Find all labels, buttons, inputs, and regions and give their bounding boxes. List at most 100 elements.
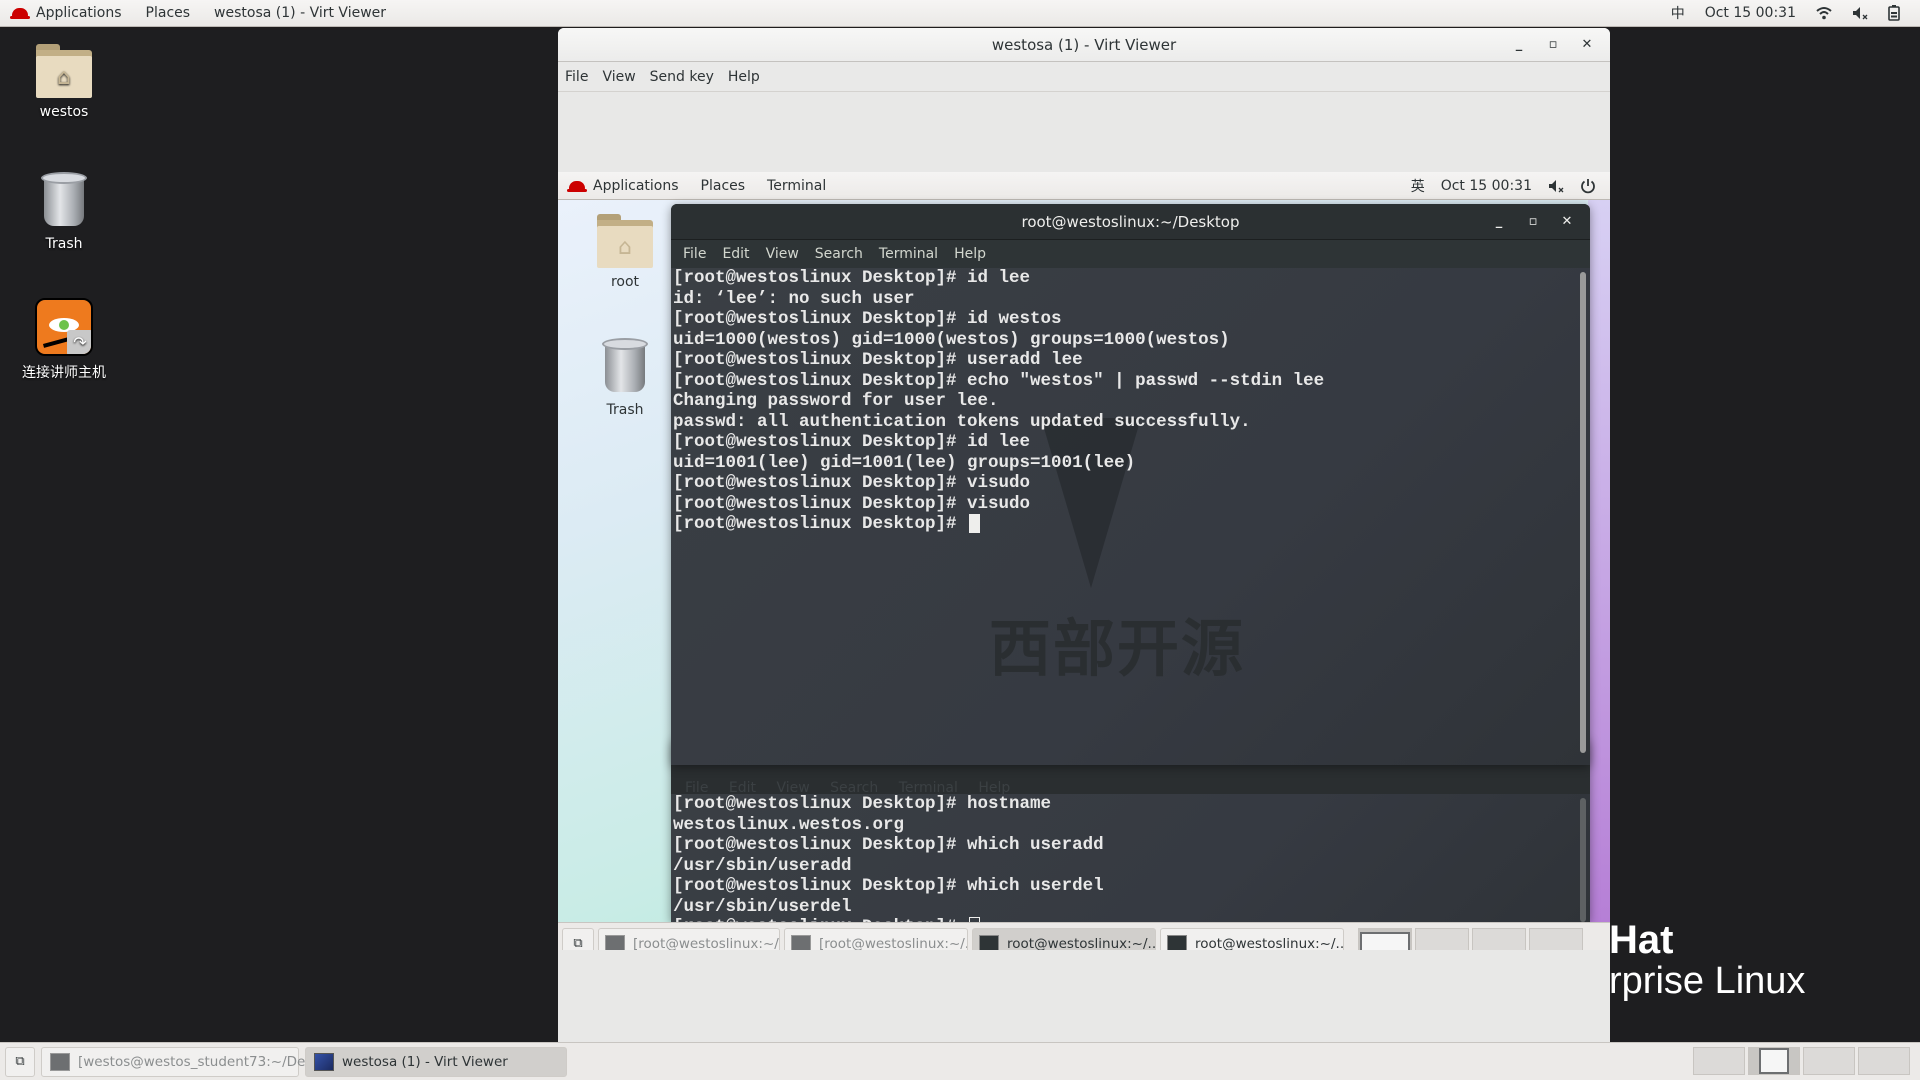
terminal-back-scrollbar[interactable] (1580, 798, 1586, 922)
menu-help[interactable]: Help (946, 246, 994, 262)
guest-task-terminal-2[interactable]: [root@westoslinux:~/... (784, 927, 968, 951)
host-applications-menu[interactable]: Applications (0, 5, 134, 21)
menu-file[interactable]: File (675, 246, 714, 262)
menu-view[interactable]: View (758, 246, 807, 262)
menu-edit[interactable]: Edit (714, 246, 757, 262)
guest-task-terminal-1[interactable]: [root@westoslinux:~/... (598, 927, 780, 951)
host-workspace-3[interactable] (1803, 1047, 1855, 1075)
host-active-window-menu[interactable]: westosa (1) - Virt Viewer (202, 5, 398, 21)
home-folder-icon: ⌂ (36, 44, 92, 98)
close-button[interactable]: ✕ (1552, 214, 1582, 229)
task-label: root@westoslinux:~/... (1007, 935, 1156, 951)
terminal-line: Changing password for user lee. (673, 391, 999, 411)
menu-send-key[interactable]: Send key (643, 69, 721, 85)
show-desktop-button[interactable]: ⧉ (562, 927, 594, 950)
host-task-terminal[interactable]: [westos@westos_student73:~/Des... (41, 1046, 325, 1077)
task-label: [westos@westos_student73:~/Des... (78, 1053, 326, 1070)
host-places-menu[interactable]: Places (134, 5, 203, 21)
terminal-line: [root@westoslinux Desktop]# visudo (673, 473, 1031, 493)
guest-taskbar: ⧉ [root@westoslinux:~/... [root@westosli… (558, 922, 1610, 950)
terminal-line: [root@westoslinux Desktop]# which userad… (673, 835, 1104, 855)
guest-task-terminal-4[interactable]: root@westoslinux:~/... (1160, 927, 1344, 951)
menu-view[interactable]: View (595, 69, 642, 85)
virt-viewer-titlebar[interactable]: westosa (1) - Virt Viewer _ ▫ ✕ (558, 28, 1610, 62)
desktop-icon-label: westos (39, 104, 89, 120)
maximize-button[interactable]: ▫ (1538, 37, 1568, 52)
guest-task-terminal-3[interactable]: root@westoslinux:~/... (972, 927, 1156, 951)
host-task-virt-viewer[interactable]: westosa (1) - Virt Viewer (305, 1046, 567, 1077)
minimize-button[interactable]: _ (1484, 214, 1514, 229)
terminal-app-icon (1167, 934, 1187, 950)
desktop-icon-trash[interactable]: Trash (0, 172, 128, 252)
watermark-text: 西部开源 (989, 612, 1246, 685)
task-label: [root@westoslinux:~/... (633, 935, 780, 951)
guest-workspace-1[interactable] (1358, 927, 1412, 950)
guest-workspace-4[interactable] (1529, 927, 1583, 950)
terminal-prompt-line: [root@westoslinux Desktop]# (673, 514, 1590, 535)
host-applications-label: Applications (36, 5, 122, 21)
terminal-line: id: ‘lee’: no such user (673, 288, 915, 309)
terminal-line: [root@westoslinux Desktop]# id lee (673, 432, 1031, 452)
host-workspace-2[interactable] (1748, 1047, 1800, 1075)
virt-viewer-menubar: File View Send key Help (558, 62, 1610, 92)
terminal-back-output[interactable]: [root@westoslinux Desktop]# hostname wes… (671, 794, 1590, 922)
terminal-line: [root@westoslinux Desktop]# useradd lee (673, 350, 1083, 370)
guest-input-method[interactable]: 英 (1403, 176, 1433, 196)
terminal-line: uid=1000(westos) gid=1000(westos) groups… (673, 329, 1230, 350)
guest-desktop-icon-root[interactable]: ⌂ root (580, 214, 670, 290)
desktop-icon-label: 连接讲师主机 (22, 365, 106, 381)
guest-desktop-icon-trash[interactable]: Trash (580, 338, 670, 418)
task-label: root@westoslinux:~/... (1195, 935, 1344, 951)
desktop-icon-connect-teacher-host[interactable]: ↷ 连接讲师主机 (0, 298, 128, 382)
terminal-line: [root@westoslinux Desktop]# which userde… (673, 876, 1104, 896)
virt-viewer-window: westosa (1) - Virt Viewer _ ▫ ✕ File Vie… (558, 28, 1610, 1042)
task-label: [root@westoslinux:~/... (819, 935, 968, 951)
minimize-button[interactable]: _ (1504, 37, 1534, 52)
menu-file[interactable]: File (558, 69, 595, 85)
redhat-logo-icon (567, 180, 587, 192)
terminal-app-icon (50, 1052, 70, 1071)
volume-muted-icon[interactable] (1540, 179, 1572, 193)
desktop-icon-westos[interactable]: ⌂ westos (0, 44, 128, 120)
show-desktop-button[interactable]: ⧉ (5, 1046, 35, 1077)
guest-clock[interactable]: Oct 15 00:31 (1433, 178, 1540, 194)
virt-viewer-app-icon (314, 1052, 334, 1071)
volume-muted-icon[interactable] (1842, 6, 1878, 20)
terminal-front-scrollbar[interactable] (1580, 272, 1586, 753)
menu-help[interactable]: Help (721, 69, 767, 85)
guest-terminal-menu[interactable]: Terminal (756, 178, 837, 194)
terminal-window-back[interactable]: root@westoslinux:~/Desktop _ ▫ ✕ File Ed… (671, 738, 1590, 922)
terminal-prompt: [root@westoslinux Desktop]# (673, 514, 968, 535)
guest-applications-menu[interactable]: Applications (558, 178, 690, 194)
terminal-line: /usr/sbin/useradd (673, 855, 852, 876)
guest-places-menu[interactable]: Places (690, 178, 757, 194)
battery-icon[interactable] (1878, 5, 1910, 21)
guest-workspace-3[interactable] (1472, 927, 1526, 950)
terminal-front-output[interactable]: 西部开源 [root@westoslinux Desktop]# id lee … (671, 268, 1590, 765)
host-workspace-1[interactable] (1693, 1047, 1745, 1075)
menu-search[interactable]: Search (807, 246, 871, 262)
maximize-button[interactable]: ▫ (1518, 214, 1548, 229)
close-button[interactable]: ✕ (1572, 37, 1602, 52)
terminal-window-front[interactable]: root@westoslinux:~/Desktop _ ▫ ✕ File Ed… (671, 204, 1590, 765)
host-top-panel: Applications Places westosa (1) - Virt V… (0, 0, 1920, 27)
wifi-icon[interactable] (1806, 6, 1842, 20)
trash-icon (602, 338, 648, 394)
guest-display[interactable]: Applications Places Terminal 英 Oct 15 00… (558, 172, 1610, 950)
host-workspace-4[interactable] (1858, 1047, 1910, 1075)
guest-wallpaper-edge (1588, 200, 1610, 922)
menu-terminal[interactable]: Terminal (871, 246, 946, 262)
show-desktop-icon: ⧉ (15, 1054, 25, 1069)
terminal-cursor (969, 514, 981, 533)
terminal-front-titlebar[interactable]: root@westoslinux:~/Desktop _ ▫ ✕ (671, 204, 1590, 240)
redhat-logo-icon (10, 8, 30, 19)
host-input-method[interactable]: 中 (1661, 3, 1695, 23)
terminal-front-menubar: File Edit View Search Terminal Help (671, 240, 1590, 268)
terminal-app-icon (605, 934, 625, 950)
tigervnc-launcher-icon: ↷ (35, 298, 93, 356)
power-icon[interactable] (1572, 178, 1604, 194)
host-clock[interactable]: Oct 15 00:31 (1695, 5, 1806, 21)
task-label: westosa (1) - Virt Viewer (342, 1053, 508, 1070)
guest-desktop: ⌂ root Trash root@westoslinux:~/Desktop … (558, 200, 1610, 922)
guest-workspace-2[interactable] (1415, 927, 1469, 950)
